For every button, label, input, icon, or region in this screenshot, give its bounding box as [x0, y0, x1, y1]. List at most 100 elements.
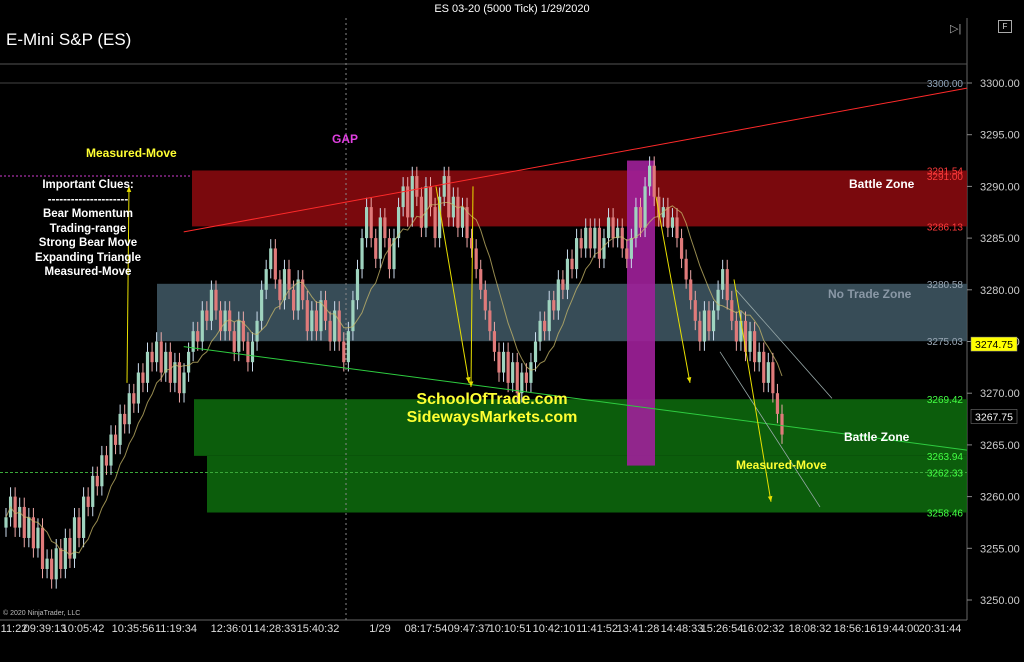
candle-body: [497, 351, 501, 373]
clue-line: Bear Momentum: [42, 208, 134, 220]
candle-body: [232, 331, 236, 352]
price-level-label: 3280.58: [927, 280, 964, 291]
candle-body: [374, 238, 378, 259]
candle-body: [95, 475, 99, 487]
candle-body: [36, 527, 40, 549]
candle-body: [145, 351, 150, 383]
y-tick-label: 3260.00: [980, 492, 1020, 504]
candle-body: [200, 310, 204, 342]
candle-body: [693, 300, 697, 321]
candle-body: [127, 393, 131, 425]
copyright-text: © 2020 NinjaTrader, LLC: [3, 610, 81, 617]
candle-body: [260, 289, 264, 321]
candle-body: [415, 176, 419, 197]
x-tick-label: 10:05:42: [62, 623, 105, 635]
candle-body: [255, 320, 259, 342]
candle-body: [136, 372, 140, 404]
x-tick-label: 18:56:16: [834, 623, 877, 635]
candle-body: [305, 300, 309, 332]
candle-body: [365, 207, 369, 239]
candle-body: [579, 238, 583, 249]
candle-body: [556, 279, 560, 311]
x-tick-label: 14:28:33: [254, 623, 297, 635]
measured-move-label-bottom: Measured-Move: [736, 458, 827, 472]
candle-body: [186, 351, 191, 373]
clue-line: Strong Bear Move: [38, 237, 138, 249]
candle-body: [565, 258, 570, 290]
candle-body: [483, 289, 487, 311]
site-label-1: SchoolOfTrade.com: [416, 391, 567, 408]
candle-body: [675, 217, 679, 239]
candle-body: [159, 341, 163, 373]
clue-line: Measured-Move: [44, 266, 132, 278]
candle-body: [757, 351, 761, 363]
candle-body: [209, 289, 214, 321]
candle-body: [433, 207, 437, 239]
candle-body: [191, 331, 195, 352]
x-tick-label: 14:48:33: [661, 623, 704, 635]
candle-body: [629, 238, 633, 259]
candle-body: [401, 186, 405, 208]
candle-body: [584, 227, 588, 249]
battle-zone-label-upper: Battle Zone: [849, 177, 915, 191]
gap-label: GAP: [332, 132, 358, 146]
candle-body: [648, 165, 652, 187]
candle-body: [529, 362, 533, 383]
x-tick-label: 09:39:13: [24, 623, 67, 635]
candle-body: [22, 506, 26, 538]
candle-body: [4, 517, 8, 528]
candle-body: [652, 165, 656, 197]
candle-body: [246, 341, 250, 363]
candle-body: [369, 207, 373, 239]
x-tick-label: 11:19:34: [155, 623, 197, 635]
x-tick-label: 1/29: [369, 623, 390, 635]
clue-line: Trading-range: [49, 222, 127, 235]
candle-body: [287, 269, 291, 290]
y-tick-label: 3265.00: [980, 440, 1020, 452]
y-tick-label: 3270.00: [980, 388, 1020, 400]
candle-body: [643, 186, 647, 228]
candle-body: [141, 372, 145, 383]
x-tick-label: 19:44:00: [877, 623, 920, 635]
price-level-label: 3262.33: [927, 469, 964, 480]
candle-body: [196, 331, 200, 342]
candle-body: [387, 238, 392, 270]
candle-body: [666, 207, 670, 228]
candle-body: [702, 310, 706, 342]
y-tick-label: 3290.00: [980, 181, 1020, 193]
zone-rect: [194, 399, 967, 456]
candle-body: [237, 320, 241, 352]
candle-body: [360, 238, 364, 270]
candle-body: [123, 413, 127, 425]
candle-body: [113, 434, 118, 445]
candle-body: [424, 186, 428, 228]
measured-move-label-top: Measured-Move: [86, 146, 177, 160]
candle-body: [323, 300, 328, 321]
candle-body: [50, 558, 54, 580]
candle-body: [63, 537, 67, 569]
candle-body: [570, 258, 574, 270]
candle-body: [716, 289, 720, 311]
candle-body: [250, 341, 255, 363]
candle-body: [346, 331, 350, 363]
candle-body: [40, 527, 45, 569]
candle-body: [515, 362, 519, 394]
candle-body: [337, 310, 341, 342]
candle-body: [104, 455, 109, 466]
price-chart[interactable]: 3250.00 3255.00 3260.00 3265.00 3270.00 3275.…: [0, 18, 1024, 662]
candle-body: [378, 217, 382, 259]
candle-body: [511, 362, 515, 383]
x-tick-label: 10:10:51: [489, 623, 532, 635]
candle-body: [150, 351, 154, 363]
clue-line: ---------------------: [47, 193, 129, 206]
candle-body: [593, 227, 597, 249]
candle-body: [214, 289, 218, 311]
candle-body: [561, 279, 565, 290]
candle-body: [625, 248, 629, 259]
candle-body: [278, 279, 282, 301]
x-tick-label: 09:47:37: [448, 623, 491, 635]
candle-body: [155, 341, 159, 363]
price-level-label: 3275.03: [927, 337, 964, 348]
candle-body: [707, 310, 711, 332]
candle-body: [383, 217, 387, 239]
